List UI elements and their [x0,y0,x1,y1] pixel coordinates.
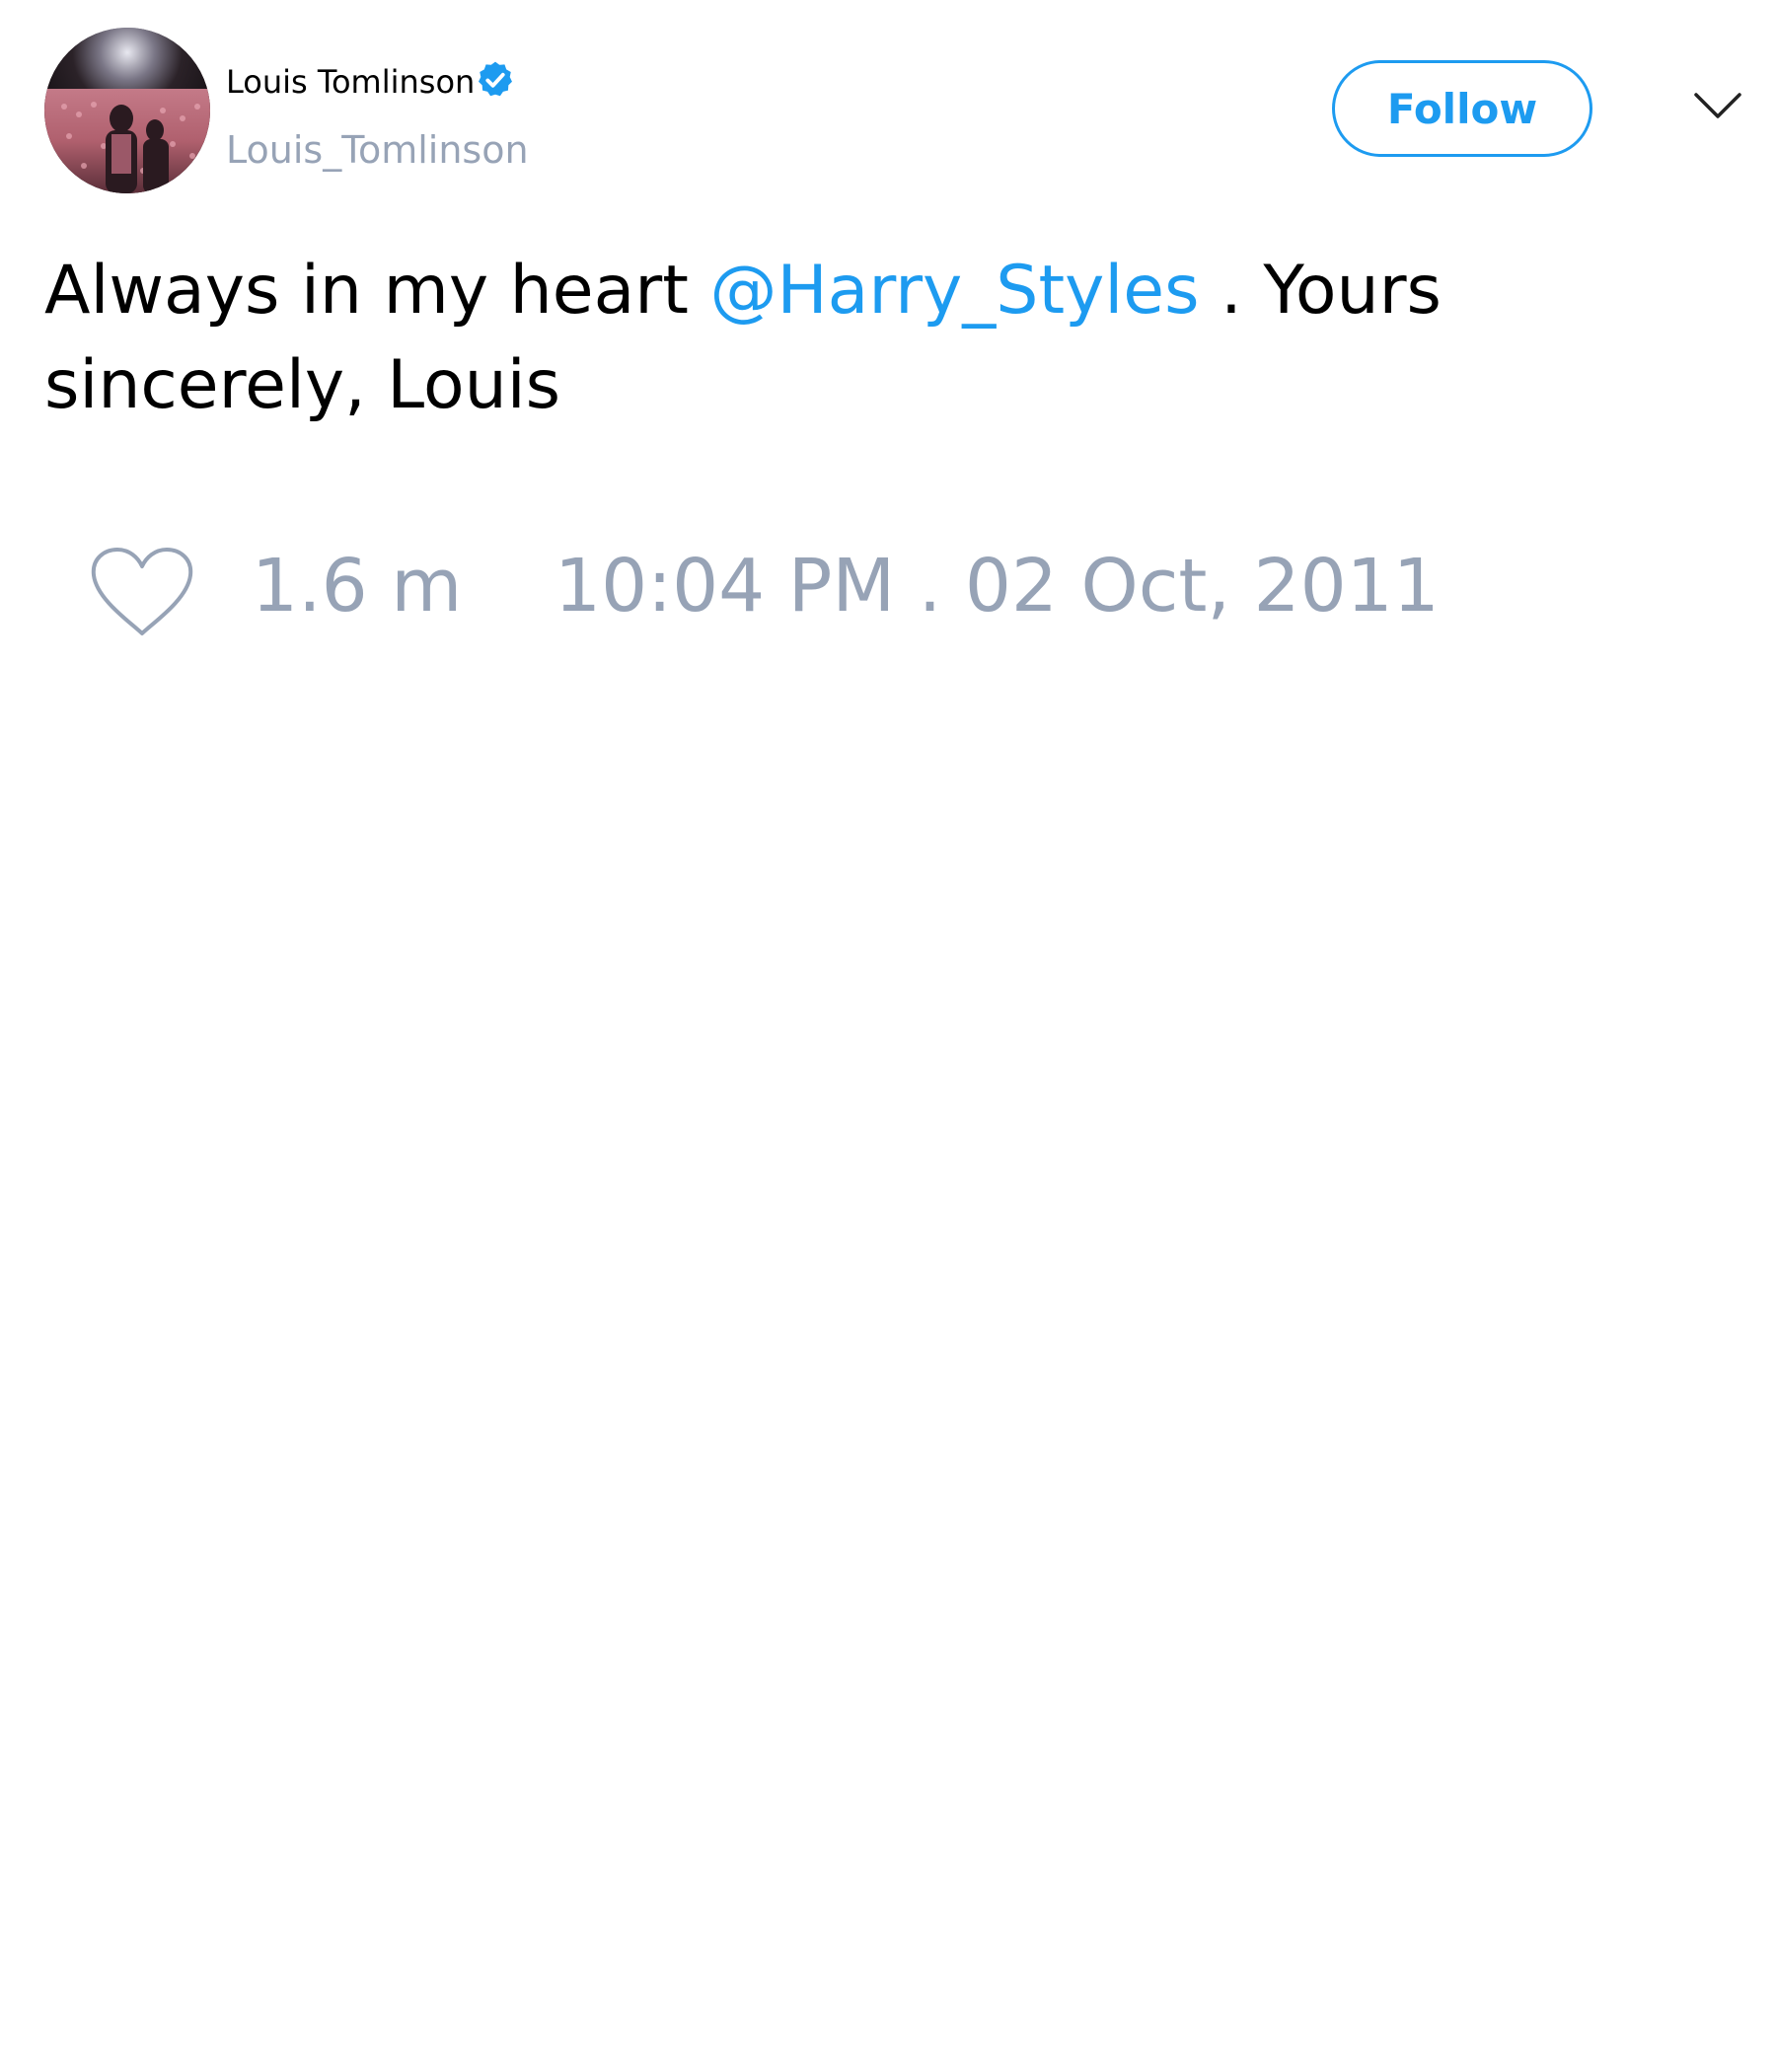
mention-link[interactable]: @Harry_Styles [710,252,1200,330]
display-name[interactable]: Louis Tomlinson [226,63,475,101]
avatar-photo [44,28,210,193]
tweet-text: Always in my heart @Harry_Styles . Yours… [44,244,1584,433]
chevron-down-icon[interactable] [1693,91,1742,120]
like-count: 1.6 m [252,544,463,629]
heart-icon[interactable] [89,546,195,638]
follow-button[interactable]: Follow [1332,60,1592,157]
tweet-card: Louis Tomlinson Louis_Tomlinson Follow A… [0,0,1776,2072]
user-handle[interactable]: Louis_Tomlinson [226,128,529,172]
tweet-text-before: Always in my heart [44,252,710,330]
avatar[interactable] [44,28,210,193]
verified-badge-icon [479,61,512,97]
tweet-timestamp[interactable]: 10:04 PM . 02 Oct, 2011 [555,544,1440,629]
